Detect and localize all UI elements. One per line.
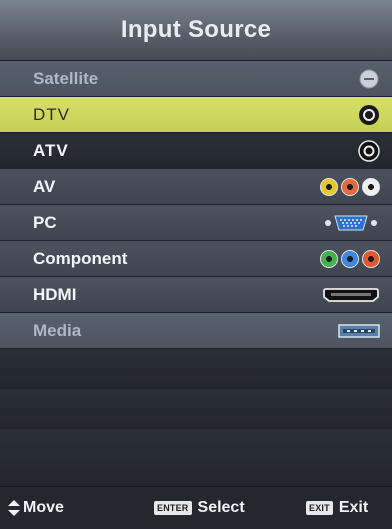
move-label: Move	[23, 499, 64, 516]
source-item-av[interactable]: AV	[0, 168, 392, 204]
source-item-satellite[interactable]: Satellite	[0, 60, 392, 96]
component-port-green	[320, 249, 338, 268]
av-port-yellow	[320, 177, 338, 196]
source-label: ATV	[33, 140, 69, 160]
source-item-atv[interactable]: ATV	[0, 132, 392, 168]
select-label: Select	[197, 499, 245, 516]
footer-hints: Move ENTER Select EXIT Exit	[0, 486, 392, 529]
coaxial-antenna-icon	[358, 104, 380, 126]
source-item-pc[interactable]: PC	[0, 204, 392, 240]
satellite-dish-icon	[358, 68, 380, 90]
source-item-media[interactable]: Media	[0, 312, 392, 348]
exit-hint: EXIT Exit	[306, 499, 368, 517]
component-port-red	[362, 249, 380, 268]
av-port-red	[341, 177, 359, 196]
exit-label: Exit	[338, 499, 369, 516]
composite-av-ports-icon	[317, 177, 380, 196]
empty-row	[0, 388, 392, 428]
source-label: Media	[33, 320, 82, 340]
usb-port-icon	[338, 323, 380, 338]
source-label: HDMI	[33, 284, 77, 304]
av-port-white	[362, 177, 380, 196]
hdmi-port-icon	[322, 286, 380, 304]
component-port-blue	[341, 249, 359, 268]
source-label: Component	[33, 248, 128, 268]
input-source-menu: Input Source Satellite DTV ATV AV PC Com…	[0, 0, 392, 529]
empty-row	[0, 428, 392, 486]
source-label: AV	[33, 176, 56, 196]
source-item-hdmi[interactable]: HDMI	[0, 276, 392, 312]
exit-key-icon: EXIT	[306, 501, 333, 515]
empty-row	[0, 348, 392, 388]
source-label: Satellite	[33, 68, 99, 88]
component-ports-icon	[317, 249, 380, 268]
coaxial-antenna-icon	[358, 139, 380, 162]
enter-key-icon: ENTER	[154, 501, 192, 515]
vga-port-icon	[322, 212, 380, 234]
move-hint: Move	[8, 499, 64, 517]
source-label: PC	[33, 212, 57, 232]
title-bar: Input Source	[0, 0, 392, 60]
source-label: DTV	[33, 104, 70, 124]
menu-title: Input Source	[120, 16, 272, 43]
up-down-arrows-icon	[8, 500, 20, 516]
select-hint: ENTER Select	[154, 499, 245, 517]
source-item-dtv[interactable]: DTV	[0, 96, 392, 132]
source-item-component[interactable]: Component	[0, 240, 392, 276]
